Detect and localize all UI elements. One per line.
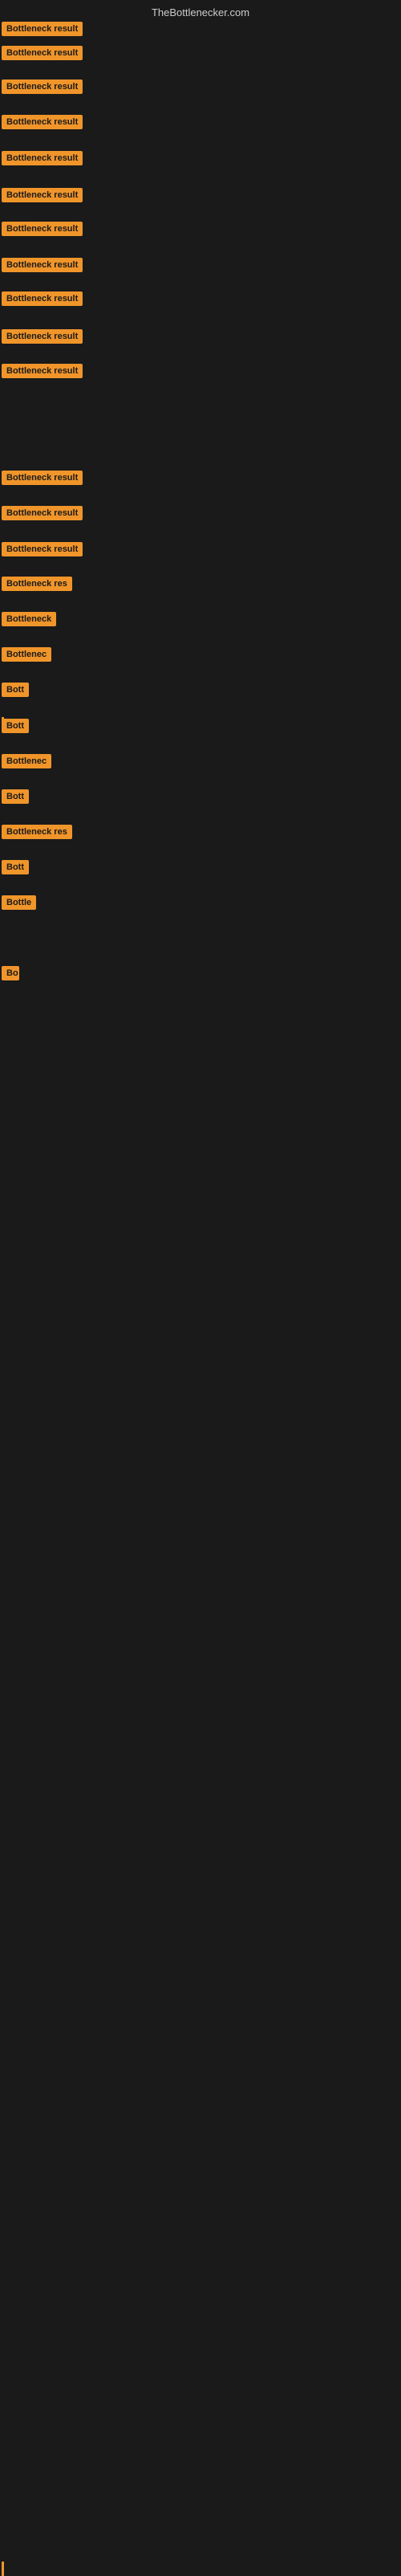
bottleneck-badge-8: Bottleneck result (2, 291, 83, 306)
bottleneck-badge-18: Bott (2, 719, 29, 733)
bottleneck-badge-24: Bo (2, 966, 19, 980)
bottleneck-badge-21: Bottleneck res (2, 825, 72, 839)
bottleneck-badge-14: Bottleneck res (2, 577, 72, 591)
bottleneck-badge-20: Bott (2, 789, 29, 804)
cursor-line-1 (2, 2562, 4, 2576)
bottleneck-badge-2: Bottleneck result (2, 79, 83, 94)
bottleneck-badge-23: Bottle (2, 895, 36, 910)
bottleneck-badge-10: Bottleneck result (2, 364, 83, 378)
bottleneck-badge-13: Bottleneck result (2, 542, 83, 556)
bottleneck-badge-6: Bottleneck result (2, 222, 83, 236)
bottleneck-badge-1: Bottleneck result (2, 46, 83, 60)
bottleneck-badge-7: Bottleneck result (2, 258, 83, 272)
bottleneck-badge-15: Bottleneck (2, 612, 56, 626)
bottleneck-badge-11: Bottleneck result (2, 471, 83, 485)
bottleneck-badge-5: Bottleneck result (2, 188, 83, 202)
bottleneck-badge-19: Bottlenec (2, 754, 51, 768)
bottleneck-badge-12: Bottleneck result (2, 506, 83, 520)
bottleneck-badge-22: Bott (2, 860, 29, 874)
bottleneck-badge-17: Bott (2, 683, 29, 697)
site-title: TheBottlenecker.com (152, 6, 249, 18)
bottleneck-badge-9: Bottleneck result (2, 329, 83, 344)
bottleneck-badge-0: Bottleneck result (2, 22, 83, 36)
cursor-line-0 (2, 717, 4, 732)
bottleneck-badge-4: Bottleneck result (2, 151, 83, 165)
bottleneck-badge-16: Bottlenec (2, 647, 51, 662)
bottleneck-badge-3: Bottleneck result (2, 115, 83, 129)
